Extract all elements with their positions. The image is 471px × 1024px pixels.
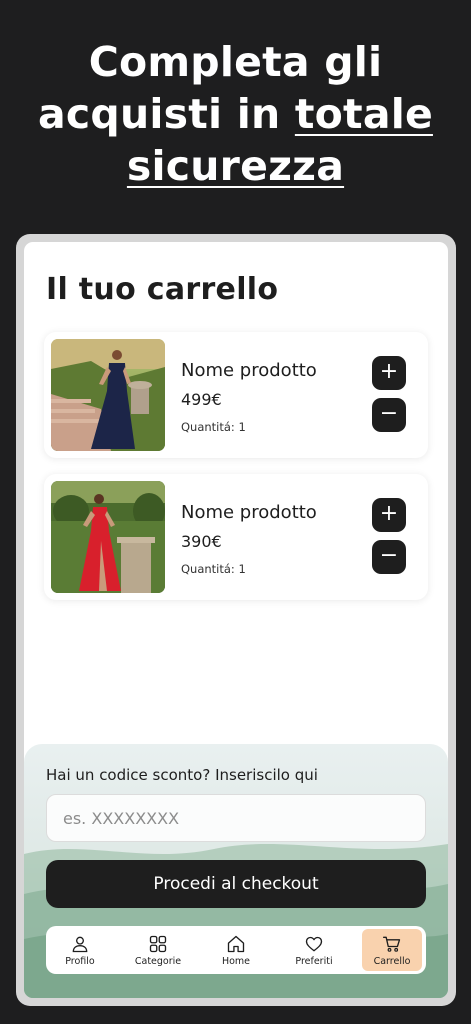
cart-icon [383, 936, 401, 952]
nav-item-home[interactable]: Home [206, 929, 266, 971]
decrease-quantity-button[interactable]: − [372, 398, 406, 432]
nav-item-categorie[interactable]: Categorie [128, 929, 188, 971]
product-price: 390€ [181, 532, 222, 551]
product-name: Nome prodotto [181, 502, 317, 523]
headline: Completa gli acquisti in totale sicurezz… [0, 36, 471, 192]
product-photo-dress-navy [51, 339, 165, 451]
app-screen: Il tuo carrello Nome prodotto 499€ Quant… [24, 242, 448, 998]
cart-item: Nome prodotto 390€ Quantitá: 1 + − [44, 474, 428, 600]
headline-line-2-text: acquisti in [38, 90, 295, 138]
nav-label: Home [221, 955, 251, 967]
increase-quantity-button[interactable]: + [372, 498, 406, 532]
product-image [51, 481, 165, 593]
phone-frame: Il tuo carrello Nome prodotto 499€ Quant… [16, 234, 456, 1006]
home-icon [227, 935, 245, 952]
product-photo-dress-red [51, 481, 165, 593]
product-image [51, 339, 165, 451]
headline-line-3: sicurezza [0, 140, 471, 192]
heart-icon [305, 936, 323, 951]
nav-label: Categorie [134, 955, 182, 967]
product-quantity: Quantitá: 1 [181, 420, 246, 434]
cart-title: Il tuo carrello [46, 272, 279, 307]
checkout-button[interactable]: Procedi al checkout [46, 860, 426, 908]
cart-item: Nome prodotto 499€ Quantitá: 1 + − [44, 332, 428, 458]
checkout-panel: Hai un codice sconto? Inseriscilo qui Pr… [24, 744, 448, 998]
headline-underlined-word-2: sicurezza [126, 142, 345, 190]
product-name: Nome prodotto [181, 360, 317, 381]
promo-code-label: Hai un codice sconto? Inseriscilo qui [46, 766, 318, 784]
nav-item-carrello[interactable]: Carrello [362, 929, 422, 971]
headline-underlined-word: totale [294, 90, 433, 138]
headline-line-2: acquisti in totale [0, 88, 471, 140]
promo-code-input[interactable] [46, 794, 426, 842]
decrease-quantity-button[interactable]: − [372, 540, 406, 574]
increase-quantity-button[interactable]: + [372, 356, 406, 390]
product-price: 499€ [181, 390, 222, 409]
nav-label: Carrello [373, 955, 411, 967]
user-icon [72, 936, 88, 952]
grid-icon [149, 935, 167, 952]
nav-item-profilo[interactable]: Profilo [50, 929, 110, 971]
bottom-nav: Profilo Categorie Home Preferiti Carrell… [46, 926, 426, 974]
nav-item-preferiti[interactable]: Preferiti [284, 929, 344, 971]
headline-line-1: Completa gli [88, 38, 383, 86]
nav-label: Preferiti [295, 955, 333, 967]
nav-label: Profilo [65, 955, 95, 967]
product-quantity: Quantitá: 1 [181, 562, 246, 576]
